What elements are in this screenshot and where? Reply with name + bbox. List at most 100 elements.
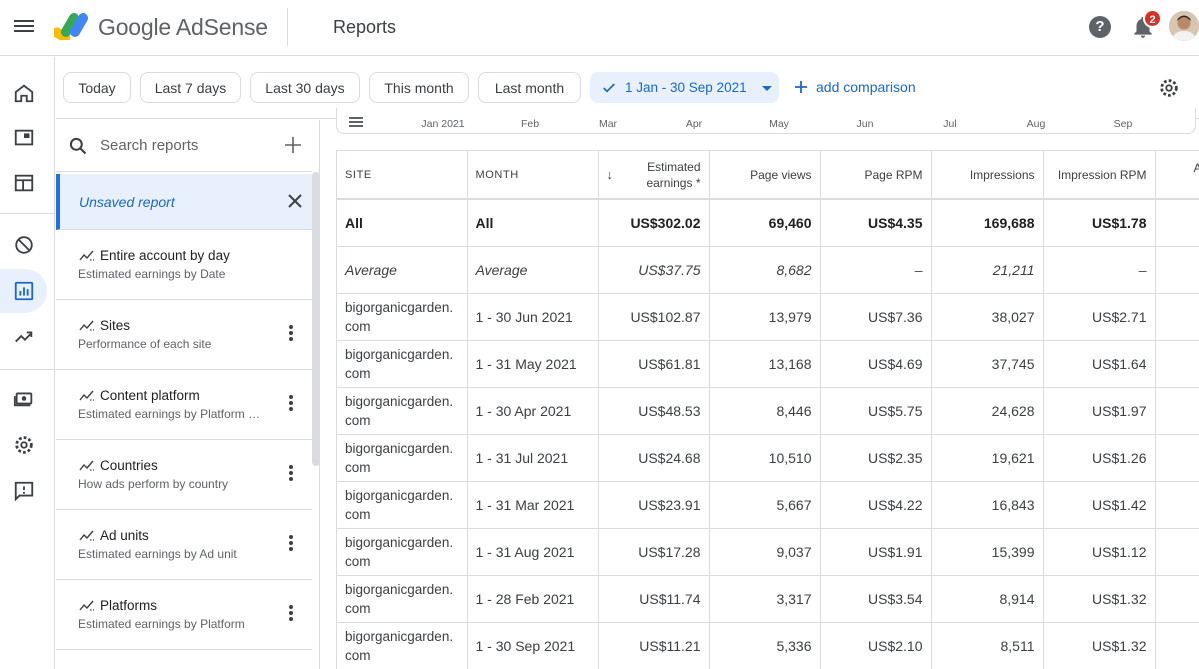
- table-cell: [1155, 199, 1199, 247]
- add-report-icon[interactable]: [282, 134, 304, 156]
- nav-ads[interactable]: [0, 116, 47, 160]
- adsense-logo: [54, 13, 88, 40]
- sparkline-icon: [79, 250, 94, 261]
- home-icon: [14, 84, 33, 103]
- report-title: Countries: [100, 458, 158, 473]
- chip-this-month[interactable]: This month: [369, 72, 469, 103]
- table-cell: All: [467, 199, 599, 247]
- table-cell: 8,446: [709, 387, 821, 435]
- avatar[interactable]: [1169, 11, 1199, 41]
- report-countries[interactable]: Countries How ads perform by country: [56, 440, 312, 510]
- gear-icon[interactable]: [1158, 77, 1180, 99]
- table-cell: 13,168: [709, 340, 821, 388]
- month-tick: Mar: [598, 118, 618, 130]
- table-cell: bigorganicgarden. com: [337, 481, 468, 529]
- search-input[interactable]: [100, 134, 270, 156]
- unsaved-report-item[interactable]: Unsaved report: [56, 174, 312, 230]
- table-cell: US$1.97: [1043, 387, 1156, 435]
- nav-settings[interactable]: [0, 423, 47, 467]
- table-cell: US$61.81: [598, 340, 710, 388]
- ads-icon: [14, 129, 33, 146]
- divider: [287, 8, 288, 46]
- month-tick: Apr: [685, 118, 703, 130]
- col-month[interactable]: MONTH: [467, 151, 599, 200]
- nav-feedback[interactable]: [0, 469, 47, 513]
- date-range-picker[interactable]: 1 Jan - 30 Sep 2021: [590, 72, 779, 103]
- block-icon: [14, 236, 33, 254]
- report-table: SITE MONTH ↓ Estimated earnings * Page v…: [336, 150, 1199, 669]
- col-site[interactable]: SITE: [337, 151, 468, 200]
- table-cell: Average: [467, 246, 599, 294]
- help-icon[interactable]: ?: [1089, 16, 1111, 38]
- table-cell: 19,621: [931, 434, 1044, 482]
- payments-icon: [13, 392, 32, 407]
- table-cell: 169,688: [931, 199, 1044, 247]
- col-impression-rpm[interactable]: Impression RPM: [1043, 151, 1156, 200]
- table-cell: 3,317: [709, 575, 821, 623]
- add-comparison-button[interactable]: add comparison: [794, 79, 916, 95]
- table-cell: [1155, 528, 1199, 576]
- total-row: All All US$302.02 69,460 US$4.35 169,688 US$1.…: [337, 199, 1199, 247]
- panel-scrollbar[interactable]: [312, 172, 319, 466]
- report-entire-account-by-day[interactable]: Entire account by day Estimated earnings…: [56, 230, 312, 300]
- table-cell: 1 - 31 May 2021: [467, 340, 599, 388]
- table-cell: [1155, 622, 1199, 669]
- nav-blocking[interactable]: [0, 223, 47, 267]
- table-cell: All: [337, 199, 468, 247]
- close-icon[interactable]: [286, 192, 304, 210]
- col-estimated-earnings[interactable]: ↓ Estimated earnings *: [598, 151, 710, 200]
- table-cell: 1 - 30 Apr 2021: [467, 387, 599, 435]
- report-subtitle: Estimated earnings by Date: [78, 267, 226, 281]
- table-cell: US$1.64: [1043, 340, 1156, 388]
- table-cell: [1155, 293, 1199, 341]
- plus-icon: [795, 81, 807, 93]
- month-tick: Jul: [943, 118, 957, 130]
- table-row: bigorganicgarden. com 1 - 28 Feb 2021 US$11…: [337, 575, 1199, 623]
- table-cell: bigorganicgarden. com: [337, 528, 468, 576]
- more-vert-icon[interactable]: [288, 325, 294, 343]
- report-sites[interactable]: Sites Performance of each site: [56, 300, 312, 370]
- month-tick: Sep: [1113, 118, 1133, 130]
- dropdown-arrow-icon: [761, 85, 772, 91]
- more-vert-icon[interactable]: [288, 395, 294, 413]
- table-cell: 13,979: [709, 293, 821, 341]
- table-cell: 1 - 31 Jul 2021: [467, 434, 599, 482]
- nav-sites[interactable]: [0, 161, 47, 205]
- nav-home[interactable]: [0, 71, 47, 115]
- table-cell: US$4.69: [820, 340, 932, 388]
- table-cell: 15,399: [931, 528, 1044, 576]
- sparkline-icon: [79, 460, 94, 471]
- table-cell: US$1.26: [1043, 434, 1156, 482]
- nav-payments[interactable]: [0, 376, 47, 420]
- table-row: bigorganicgarden. com 1 - 31 May 2021 US$61…: [337, 340, 1199, 388]
- nav-reports[interactable]: [0, 269, 47, 313]
- reports-panel: Unsaved report Entire account by day Est…: [56, 120, 320, 669]
- table-cell: US$5.75: [820, 387, 932, 435]
- col-page-views[interactable]: Page views: [709, 151, 821, 200]
- nav-optimization[interactable]: [0, 315, 47, 359]
- more-vert-icon[interactable]: [288, 605, 294, 623]
- table-cell: 1 - 31 Aug 2021: [467, 528, 599, 576]
- chip-today[interactable]: Today: [63, 72, 131, 103]
- report-ad-units[interactable]: Ad units Estimated earnings by Ad unit: [56, 510, 312, 580]
- col-page-rpm[interactable]: Page RPM: [820, 151, 932, 200]
- chip-last-7-days[interactable]: Last 7 days: [140, 72, 241, 103]
- chip-last-month[interactable]: Last month: [478, 72, 581, 103]
- menu-icon[interactable]: [14, 17, 34, 37]
- table-cell: US$1.78: [1043, 199, 1156, 247]
- chip-last-30-days[interactable]: Last 30 days: [250, 72, 360, 103]
- sparkline-icon: [79, 390, 94, 401]
- report-content-platform[interactable]: Content platform Estimated earnings by P…: [56, 370, 312, 440]
- table-cell: bigorganicgarden. com: [337, 434, 468, 482]
- more-vert-icon[interactable]: [288, 465, 294, 483]
- date-range-label: 1 Jan - 30 Sep 2021: [625, 80, 747, 95]
- legend-menu-icon[interactable]: [349, 117, 363, 129]
- col-truncated[interactable]: A: [1155, 151, 1199, 200]
- search-reports: [56, 120, 312, 172]
- col-impressions[interactable]: Impressions: [931, 151, 1044, 200]
- table-cell: US$24.68: [598, 434, 710, 482]
- table-cell: bigorganicgarden. com: [337, 622, 468, 669]
- more-vert-icon[interactable]: [288, 535, 294, 553]
- table-cell: bigorganicgarden. com: [337, 387, 468, 435]
- report-platforms[interactable]: Platforms Estimated earnings by Platform: [56, 580, 312, 650]
